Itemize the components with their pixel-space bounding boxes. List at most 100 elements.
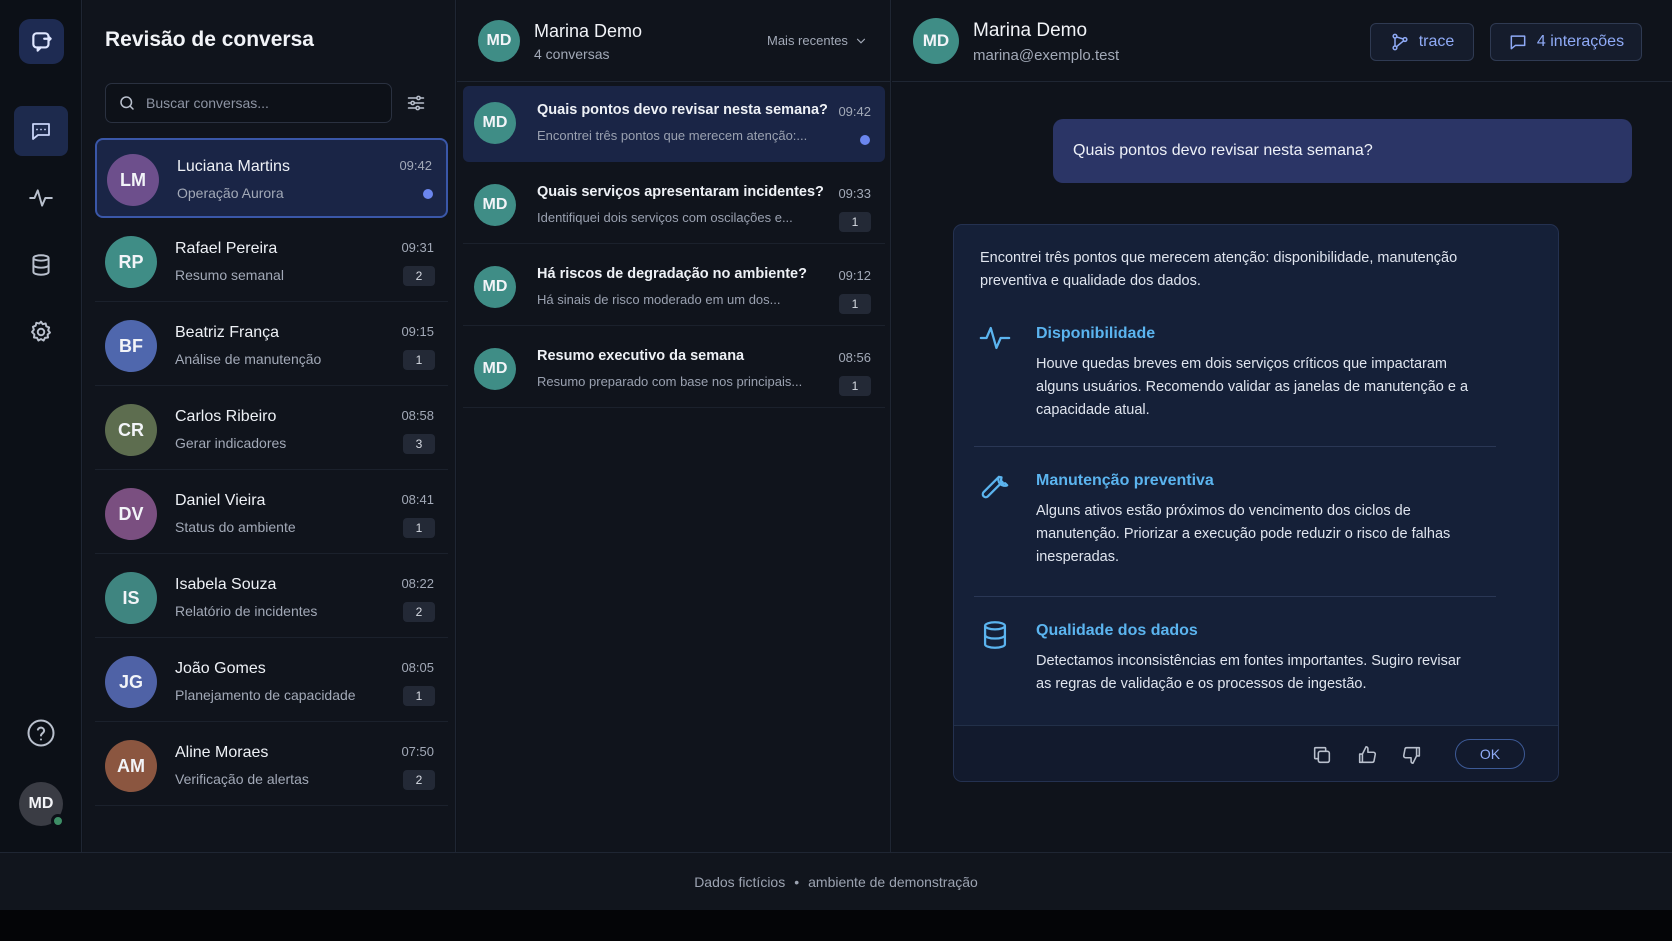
trace-button[interactable]: trace: [1370, 23, 1474, 61]
conversation-preview: Encontrei três pontos que merecem atençã…: [537, 128, 808, 143]
conversation-time: 09:33: [838, 186, 871, 201]
thumbs-down-button[interactable]: [1399, 742, 1425, 768]
contact-subtitle: Gerar indicadores: [175, 435, 287, 451]
contact-item[interactable]: AM Aline Moraes Verificação de alertas 07:5…: [95, 726, 448, 806]
contact-name: Luciana Martins: [177, 158, 290, 175]
conversation-item[interactable]: MD Há riscos de degradação no ambiente? Há…: [463, 250, 885, 326]
contact-item[interactable]: DV Daniel Vieira Status do ambiente 08:41 1: [95, 474, 448, 554]
chevron-down-icon: [856, 38, 866, 44]
chat-window-logo-icon: [31, 31, 52, 52]
detail-contact-email: marina@exemplo.test: [973, 47, 1120, 64]
database-icon: [32, 254, 50, 276]
footer-left: Dados fictícios: [694, 873, 786, 890]
interactions-button[interactable]: 4 interações: [1490, 23, 1642, 61]
contact-avatar: RP: [105, 236, 157, 288]
contact-time: 09:15: [401, 324, 434, 339]
contacts-panel: Revisão de conversa LM Luciana Martins Ope…: [83, 0, 456, 852]
contact-name: Daniel Vieira: [175, 492, 266, 509]
search-icon: [120, 96, 134, 110]
section-title: Disponibilidade: [1036, 325, 1156, 342]
contact-item[interactable]: RP Rafael Pereira Resumo semanal 09:31 2: [95, 222, 448, 302]
thumbs-up-icon: [1358, 745, 1377, 764]
contact-name: Beatriz França: [175, 324, 280, 341]
count-badge: 1: [403, 350, 435, 370]
pulse-icon: [29, 189, 53, 207]
conversations-header: MD Marina Demo 4 conversas Mais recentes: [457, 0, 891, 82]
answer-intro: Encontrei três pontos que merecem atençã…: [980, 250, 1458, 289]
contact-name: Carlos Ribeiro: [175, 408, 277, 425]
app-logo[interactable]: [19, 19, 64, 64]
contact-subtitle: Resumo semanal: [175, 267, 284, 283]
conversation-time: 09:42: [838, 104, 871, 119]
pulse-icon: [979, 326, 1011, 350]
user-message-bubble: Quais pontos devo revisar nesta semana?: [1053, 119, 1632, 183]
section-title: Qualidade dos dados: [1036, 622, 1198, 639]
section-divider: [974, 596, 1496, 597]
count-badge: 2: [403, 266, 435, 286]
section-title: Manutenção preventiva: [1036, 472, 1214, 489]
contact-item[interactable]: LM Luciana Martins Operação Aurora 09:42: [95, 138, 448, 218]
footer-right: ambiente de demonstração: [808, 873, 978, 890]
contact-subtitle: Planejamento de capacidade: [175, 687, 356, 703]
conversation-question: Resumo executivo da semana: [537, 348, 745, 364]
help-button[interactable]: [25, 717, 57, 749]
contact-name: Isabela Souza: [175, 576, 277, 593]
help-circle-icon: [27, 719, 55, 747]
nav-conversations[interactable]: [14, 106, 68, 156]
trace-icon: [1392, 33, 1408, 51]
contact-item[interactable]: CR Carlos Ribeiro Gerar indicadores 08:58 3: [95, 390, 448, 470]
conversation-question: Quais serviços apresentaram incidentes?: [537, 184, 824, 200]
detail-contact-name: Marina Demo: [973, 20, 1088, 41]
interactions-label: 4 interações: [1536, 33, 1625, 50]
contact-time: 08:05: [401, 660, 434, 675]
contact-item[interactable]: JG João Gomes Planejamento de capacidade 08…: [95, 642, 448, 722]
footer-note: Dados fictícios • ambiente de demonstraç…: [0, 852, 1672, 910]
contact-subtitle: Verificação de alertas: [175, 771, 309, 787]
count-badge: 1: [839, 294, 871, 314]
section-text: Detectamos inconsistências em fontes imp…: [1036, 653, 1461, 692]
section-text: Houve quedas breves em dois serviços crí…: [1036, 356, 1469, 418]
contact-subtitle: Operação Aurora: [177, 185, 284, 201]
unread-dot: [423, 189, 433, 199]
nav-settings[interactable]: [14, 307, 68, 357]
message-square-icon: [1510, 35, 1526, 50]
nav-activity[interactable]: [14, 173, 68, 223]
contact-avatar: DV: [105, 488, 157, 540]
contact-avatar: AM: [105, 740, 157, 792]
online-status-dot: [51, 814, 65, 828]
conversation-question: Há riscos de degradação no ambiente?: [537, 266, 807, 282]
message-square-icon: [32, 123, 50, 140]
contact-time: 08:58: [401, 408, 434, 423]
conversation-avatar: MD: [474, 266, 516, 308]
unread-dot: [860, 135, 870, 145]
contact-avatar: IS: [105, 572, 157, 624]
footer-separator: •: [794, 873, 800, 890]
filter-button[interactable]: [403, 90, 429, 116]
detail-avatar: MD: [913, 18, 959, 64]
conversation-detail: MD Marina Demo marina@exemplo.test trace…: [892, 0, 1672, 852]
search-input[interactable]: [146, 95, 376, 111]
conversation-item[interactable]: MD Quais serviços apresentaram incidentes…: [463, 168, 885, 244]
contact-time: 09:42: [399, 158, 432, 173]
answer-actions: OK: [954, 725, 1558, 781]
contact-item[interactable]: IS Isabela Souza Relatório de incidentes 08…: [95, 558, 448, 638]
contact-name: Marina Demo: [534, 21, 643, 41]
conversation-preview: Identifiquei dois serviços com oscilaçõe…: [537, 210, 793, 225]
conversation-count: 4 conversas: [534, 46, 610, 62]
thumbs-up-button[interactable]: [1354, 742, 1380, 768]
sort-select[interactable]: Mais recentes: [767, 33, 868, 48]
contact-item[interactable]: BF Beatriz França Análise de manutenção 09:…: [95, 306, 448, 386]
conversation-item[interactable]: MD Resumo executivo da semana Resumo prepa…: [463, 332, 885, 408]
nav-database[interactable]: [14, 240, 68, 290]
conversation-avatar: MD: [474, 102, 516, 144]
user-avatar[interactable]: MD: [19, 782, 65, 828]
sliders-icon: [407, 95, 425, 111]
sort-label: Mais recentes: [767, 33, 848, 48]
app-window: MD Revisão de conversa LM Luciana Martins…: [0, 0, 1672, 910]
gear-icon: [31, 320, 51, 342]
ok-button[interactable]: OK: [1455, 739, 1525, 769]
conversation-item[interactable]: MD Quais pontos devo revisar nesta semana…: [463, 86, 885, 162]
contact-time: 08:22: [401, 576, 434, 591]
copy-button[interactable]: [1309, 742, 1335, 768]
contact-subtitle: Análise de manutenção: [175, 351, 322, 367]
